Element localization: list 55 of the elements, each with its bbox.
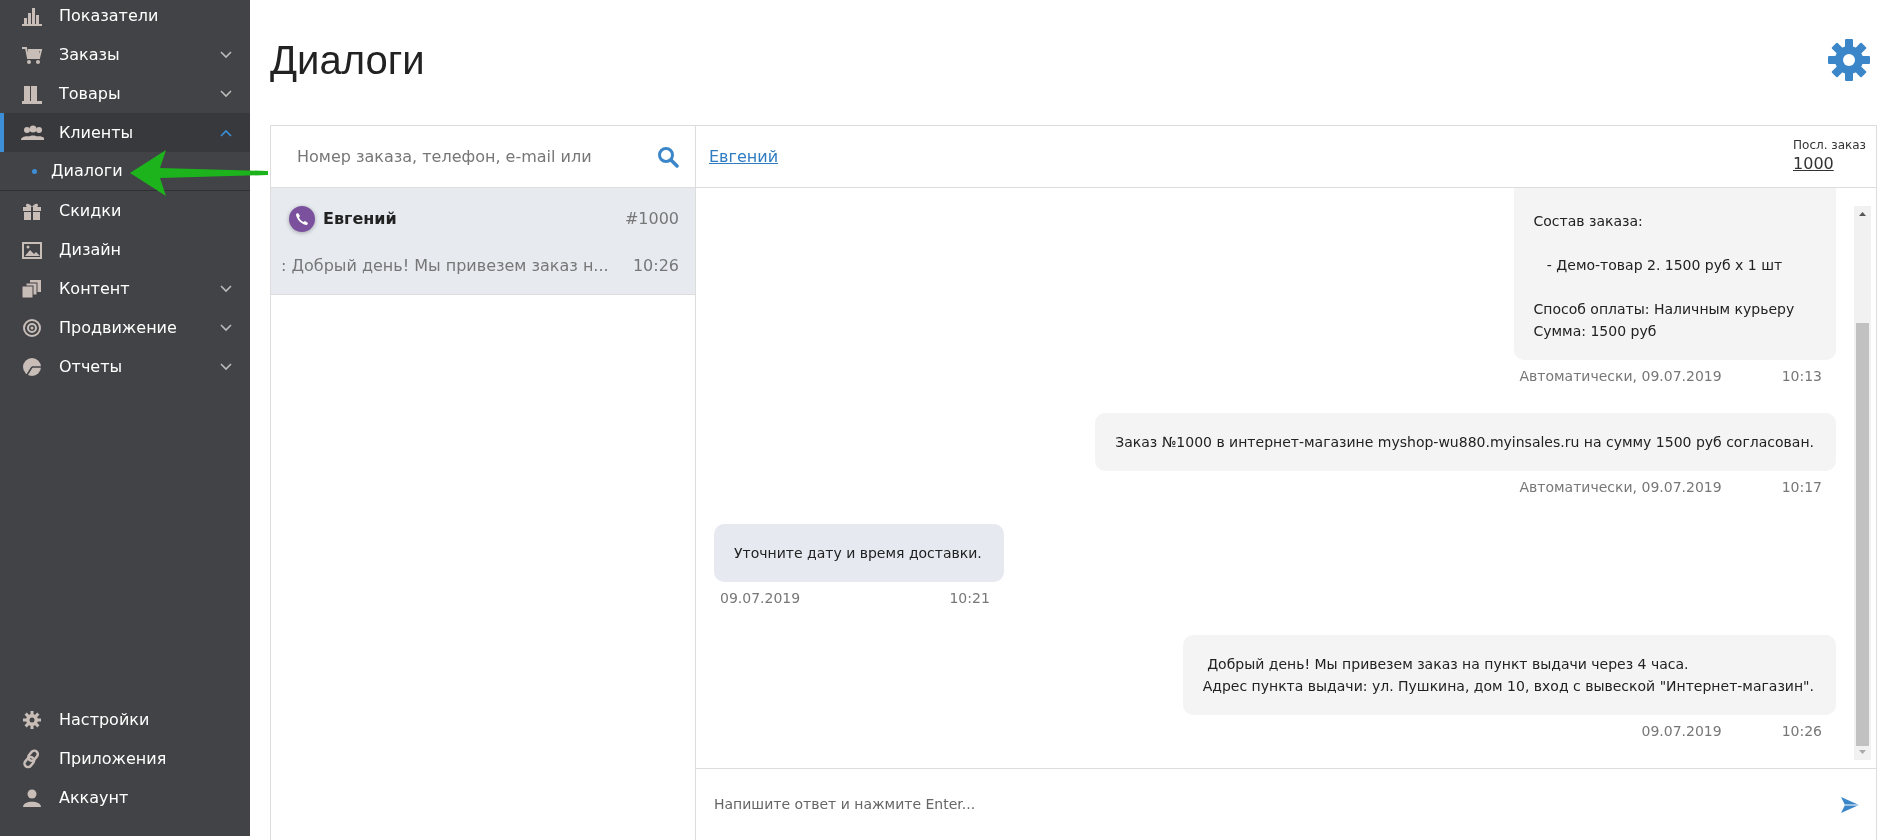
copies-icon [20,278,44,299]
message-time: 10:13 [1781,367,1822,386]
chevron-down-icon [220,323,232,332]
sidebar-item[interactable]: Клиенты [0,113,250,152]
last-order-link[interactable]: 1000 [1793,153,1834,173]
send-icon[interactable] [1840,795,1860,814]
gear-icon [20,709,44,730]
person-icon [20,787,44,808]
settings-icon[interactable] [1827,37,1871,82]
bar-chart-icon [20,5,44,26]
scrollbar[interactable] [1854,206,1871,760]
message-meta: 09.07.2019 [720,589,801,608]
sidebar-item[interactable]: Скидки [0,191,250,230]
order-number: #1000 [624,208,679,230]
search-icon[interactable] [657,145,679,168]
message-time: 10:21 [949,589,990,608]
sidebar-item[interactable]: Дизайн [0,230,250,269]
phone-icon [289,206,315,232]
sidebar-item[interactable]: Показатели [0,0,250,35]
sidebar-item[interactable]: Приложения [0,739,250,778]
last-order-label: Посл. заказ [1793,138,1866,154]
sidebar-item[interactable]: Заказы [0,35,250,74]
message-meta: 09.07.2019 [1641,722,1722,741]
image-icon [20,239,44,260]
message-time: 10:17 [1781,478,1822,497]
contact-link[interactable]: Евгений [709,144,779,169]
sidebar-item[interactable]: Отчеты [0,347,250,386]
message-preview: : Добрый день! Мы привезем заказ н... [281,255,609,277]
message-meta: Автоматически, 09.07.2019 [1519,367,1722,386]
target-icon [20,317,44,338]
pie-chart-icon [20,356,44,377]
message-time: 10:26 [1781,722,1822,741]
sidebar-item[interactable]: Продвижение [0,308,250,347]
chevron-down-icon [220,362,232,371]
sidebar-item[interactable]: Товары [0,74,250,113]
chevron-down-icon [220,89,232,98]
bullet-icon [32,168,37,174]
search-field[interactable]: Номер заказа, телефон, e-mail или [295,143,657,170]
message-bubble: Заказ №1000 в интернет-магазине myshop-wu880.myinsales.ru на сумму 1500 руб согласован. [1095,413,1836,471]
chevron-down-icon [220,50,232,59]
page-title: Диалоги [270,36,425,84]
sidebar-item[interactable]: Аккаунт [0,778,250,817]
cart-icon [20,44,44,65]
message-meta: Автоматически, 09.07.2019 [1519,478,1722,497]
message-bubble: Уточните дату и время доставки. [714,524,1004,582]
books-icon [20,83,44,104]
sidebar-item[interactable]: Настройки [0,700,250,739]
sidebar-item[interactable]: Контент [0,269,250,308]
message-bubble: Добрый день! Мы привезем заказ на пункт выдачи через 4 часа. Адрес пункта выдачи: ул. Пушкина, дом 10, вход с вывеской "Интернет-магазин". [1182,635,1836,715]
chevron-up-icon [220,128,232,137]
message-time: 10:26 [632,255,679,277]
message-bubble: Состав заказа: - Демо-товар 2. 1500 руб x 1 шт Способ оплаты: Наличным курьеру Сумма: 1500 руб [1513,188,1836,360]
contact-name: Евгений [323,208,398,230]
conversation-item[interactable]: Евгений #1000 : Добрый день! Мы привезем заказ н... 10:26 [271,188,695,295]
chevron-down-icon [220,284,232,293]
